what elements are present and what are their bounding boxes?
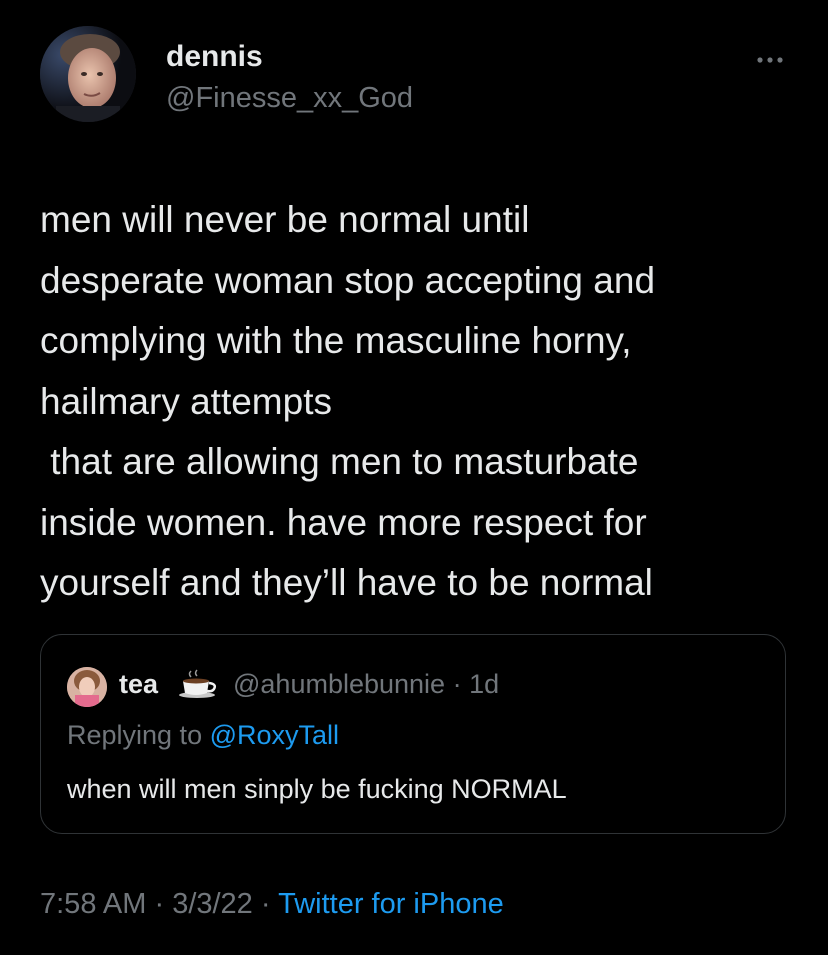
tweet-date[interactable]: 3/3/22 xyxy=(172,888,253,920)
tweet-source-link[interactable]: Twitter for iPhone xyxy=(278,888,504,920)
tweet-time[interactable]: 7:58 AM xyxy=(40,888,146,920)
quoted-author-handle[interactable]: @ahumblebunnie xyxy=(233,669,445,699)
quoted-tweet-text: when will men sinply be fucking NORMAL xyxy=(67,774,567,804)
tweet-footer: 7:58 AM · 3/3/22 · Twitter for iPhone xyxy=(40,888,504,921)
author-handle[interactable]: @Finesse_xx_God xyxy=(166,82,413,115)
replying-to-line: Replying to @RoxyTall xyxy=(67,720,339,751)
replying-to-label: Replying to xyxy=(67,720,210,750)
quoted-meta: @ahumblebunnie · 1d xyxy=(233,669,499,700)
profile-photo-icon xyxy=(40,26,136,122)
tweet-text: men will never be normal until desperate… xyxy=(40,199,656,603)
quoted-author-display-name[interactable]: tea xyxy=(119,669,158,700)
quoted-tweet-card[interactable]: tea @ahumblebunnie · 1d Replying to @Rox… xyxy=(40,634,786,834)
footer-separator: · xyxy=(146,888,173,920)
replying-to-mention-link[interactable]: @RoxyTall xyxy=(210,720,339,750)
quoted-author-avatar[interactable] xyxy=(67,667,107,707)
meta-separator: · xyxy=(445,669,470,699)
author-display-name[interactable]: dennis xyxy=(166,40,263,74)
quoted-profile-photo-icon xyxy=(67,667,107,707)
more-options-icon[interactable] xyxy=(752,48,788,72)
footer-separator: · xyxy=(252,888,279,920)
quoted-timestamp[interactable]: 1d xyxy=(469,669,499,699)
author-avatar[interactable] xyxy=(40,26,136,122)
hot-beverage-emoji-icon xyxy=(177,669,221,699)
